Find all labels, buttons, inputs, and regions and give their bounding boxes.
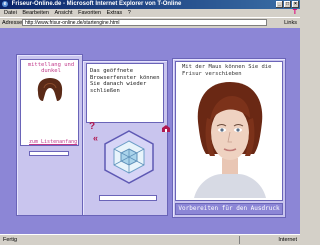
help-icon[interactable]: ?	[89, 121, 95, 132]
back-arrow-icon[interactable]: «	[93, 133, 98, 143]
address-label: Adresse	[2, 20, 23, 26]
back-to-list-link[interactable]: zum Listenanfang	[29, 139, 77, 145]
menu-item-favoriten[interactable]: Favoriten	[78, 10, 101, 16]
photo-panel: Mit der Maus können Sie die Frisur versc…	[172, 58, 286, 218]
photo-caption: Mit der Maus können Sie die Frisur versc…	[182, 64, 272, 77]
page-viewport: mittellang und dunkel zum Listenanfang D…	[0, 28, 300, 234]
message-card: Das geöffnete Browserfenster können Sie …	[86, 63, 164, 123]
progress-bar	[99, 195, 157, 201]
menu-item-help[interactable]: ?	[128, 10, 131, 16]
hairstyle-scrollbar[interactable]	[29, 151, 69, 156]
links-button[interactable]: Links	[284, 18, 297, 28]
menu-item-ansicht[interactable]: Ansicht	[55, 10, 73, 16]
hexagon-navigation-icon[interactable]	[103, 129, 155, 185]
home-icon[interactable]	[161, 124, 171, 133]
menu-bar: Datei Bearbeiten Ansicht Favoriten Extra…	[0, 9, 300, 17]
t-online-logo: T	[292, 9, 297, 16]
menu-item-datei[interactable]: Datei	[4, 10, 17, 16]
info-panel: Das geöffnete Browserfenster können Sie …	[82, 60, 168, 216]
model-photo[interactable]	[188, 78, 272, 198]
address-input[interactable]: http://www.frisur-online.de/startengine.…	[22, 19, 267, 26]
window-title: Friseur-Online.de - Microsoft Internet E…	[11, 1, 182, 7]
window-controls: _ □ ×	[276, 1, 299, 8]
menu-item-extras[interactable]: Extras	[107, 10, 123, 16]
menu-item-bearbeiten[interactable]: Bearbeiten	[22, 10, 49, 16]
info-message: Das geöffnete Browserfenster können Sie …	[90, 68, 160, 94]
print-button-bg: Vorbereiten für den Ausdruck	[175, 203, 283, 215]
hairstyle-thumbnail[interactable]	[35, 76, 65, 104]
prepare-print-button[interactable]: Vorbereiten für den Ausdruck	[176, 205, 282, 212]
maximize-button[interactable]: □	[284, 1, 291, 8]
photo-card: Mit der Maus können Sie die Frisur versc…	[175, 61, 283, 201]
hairstyle-label: mittellang und dunkel	[27, 62, 75, 74]
minimize-button[interactable]: _	[276, 1, 283, 8]
status-bar: Fertig Internet	[0, 234, 300, 245]
window-titlebar: e Friseur-Online.de - Microsoft Internet…	[0, 0, 300, 9]
hairstyle-card: mittellang und dunkel zum Listenanfang	[20, 59, 79, 146]
close-button[interactable]: ×	[292, 1, 299, 8]
status-separator	[239, 236, 240, 244]
internet-explorer-icon: e	[2, 1, 8, 7]
hairstyle-panel: mittellang und dunkel zum Listenanfang	[16, 54, 83, 216]
